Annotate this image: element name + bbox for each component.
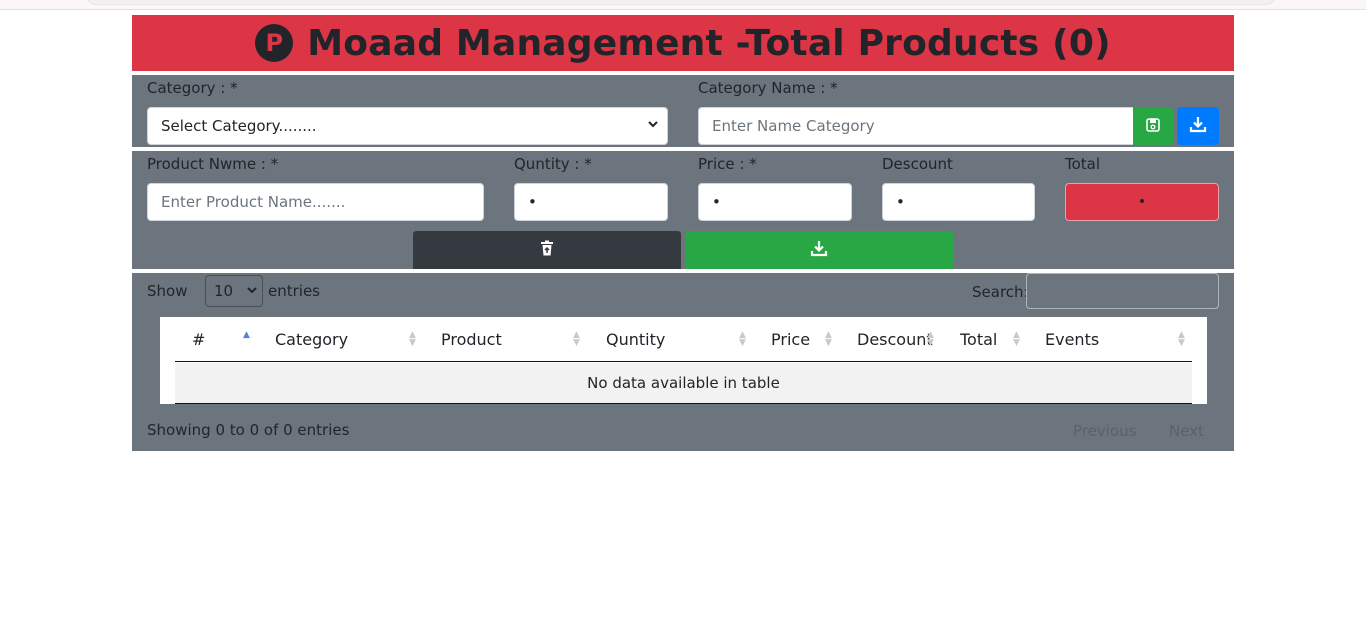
search-input[interactable] [1026,273,1219,309]
quantity-value: • [528,193,537,211]
sort-icon: ▲ ▼ [927,330,934,348]
product-panel: Product Nwme : * Enter Product Name.....… [132,151,1234,269]
price-value: • [712,193,721,211]
total-display: • [1065,183,1219,221]
product-name-label: Product Nwme : * [147,155,279,173]
column-header-events[interactable]: Events [1045,317,1099,362]
discount-value: • [896,193,905,211]
product-name-input[interactable]: Enter Product Name....... [147,183,484,221]
table-panel: Show 10 entries Search: # ▲ ▼ Category ▲ ▼… [132,273,1234,451]
sort-icon: ▲ ▼ [739,330,746,348]
category-label: Category : * [147,79,238,97]
delete-all-button[interactable] [413,231,681,269]
save-category-button[interactable] [1133,107,1173,145]
price-label: Price : * [698,155,757,173]
price-input[interactable]: • [698,183,852,221]
sort-icon: ▲ ▼ [243,330,250,348]
column-header-discount[interactable]: Descount [857,317,933,362]
category-name-input[interactable]: Enter Name Category [698,107,1134,145]
product-name-placeholder: Enter Product Name....... [161,193,346,211]
p-circle-icon: P [255,24,294,62]
category-select[interactable]: Select Category........ [147,107,668,145]
category-name-placeholder: Enter Name Category [712,117,875,135]
download-category-button[interactable] [1177,107,1219,145]
browser-top-strip [0,0,1366,10]
discount-input[interactable]: • [882,183,1035,221]
sort-icon: ▲ ▼ [825,330,832,348]
column-header-total[interactable]: Total [960,317,997,362]
total-value: • [1137,194,1147,210]
table-header: # ▲ ▼ Category ▲ ▼ Product ▲ ▼ Quntity ▲ ▼ P… [175,317,1192,362]
search-label: Search: [972,283,1029,301]
column-header-product[interactable]: Product [441,317,502,362]
sort-icon: ▲ ▼ [573,330,580,348]
show-label: Show [147,282,188,300]
page-title: Moaad Management -Total Products (0) [307,22,1111,64]
length-control: Show 10 entries [147,275,547,307]
add-product-button[interactable] [685,231,953,269]
download-icon [810,239,828,261]
data-table: # ▲ ▼ Category ▲ ▼ Product ▲ ▼ Quntity ▲ ▼ P… [160,317,1207,404]
entries-select-value: 10 [214,282,234,300]
previous-page-button[interactable]: Previous [1073,422,1136,440]
sort-icon: ▲ ▼ [1013,330,1020,348]
column-header-quantity[interactable]: Quntity [606,317,665,362]
category-select-value: Select Category........ [161,117,317,135]
quantity-input[interactable]: • [514,183,668,221]
entries-label: entries [268,282,320,300]
column-header-category[interactable]: Category [275,317,348,362]
trash-icon [539,240,555,260]
entries-select[interactable]: 10 [205,275,263,307]
empty-table-row: No data available in table [175,363,1192,404]
chevron-down-icon [647,118,659,133]
discount-label: Descount [882,155,953,173]
browser-tab-strip [86,0,1276,5]
chevron-down-icon [247,285,257,298]
total-label: Total [1065,155,1101,173]
column-header-price[interactable]: Price [771,317,810,362]
quantity-label: Quntity : * [514,155,592,173]
category-name-label: Category Name : * [698,79,838,97]
category-panel: Category : * Select Category........ Cat… [132,75,1234,147]
sort-icon: ▲ ▼ [1178,330,1185,348]
next-page-button[interactable]: Next [1169,422,1204,440]
page-header: P Moaad Management -Total Products (0) [132,15,1234,71]
download-icon [1189,115,1207,137]
empty-table-message: No data available in table [587,374,780,392]
app-container: P Moaad Management -Total Products (0) C… [132,15,1234,451]
column-header-index[interactable]: # [192,317,205,362]
sort-icon: ▲ ▼ [409,330,416,348]
floppy-disk-icon [1146,117,1160,136]
table-info: Showing 0 to 0 of 0 entries [147,421,350,439]
